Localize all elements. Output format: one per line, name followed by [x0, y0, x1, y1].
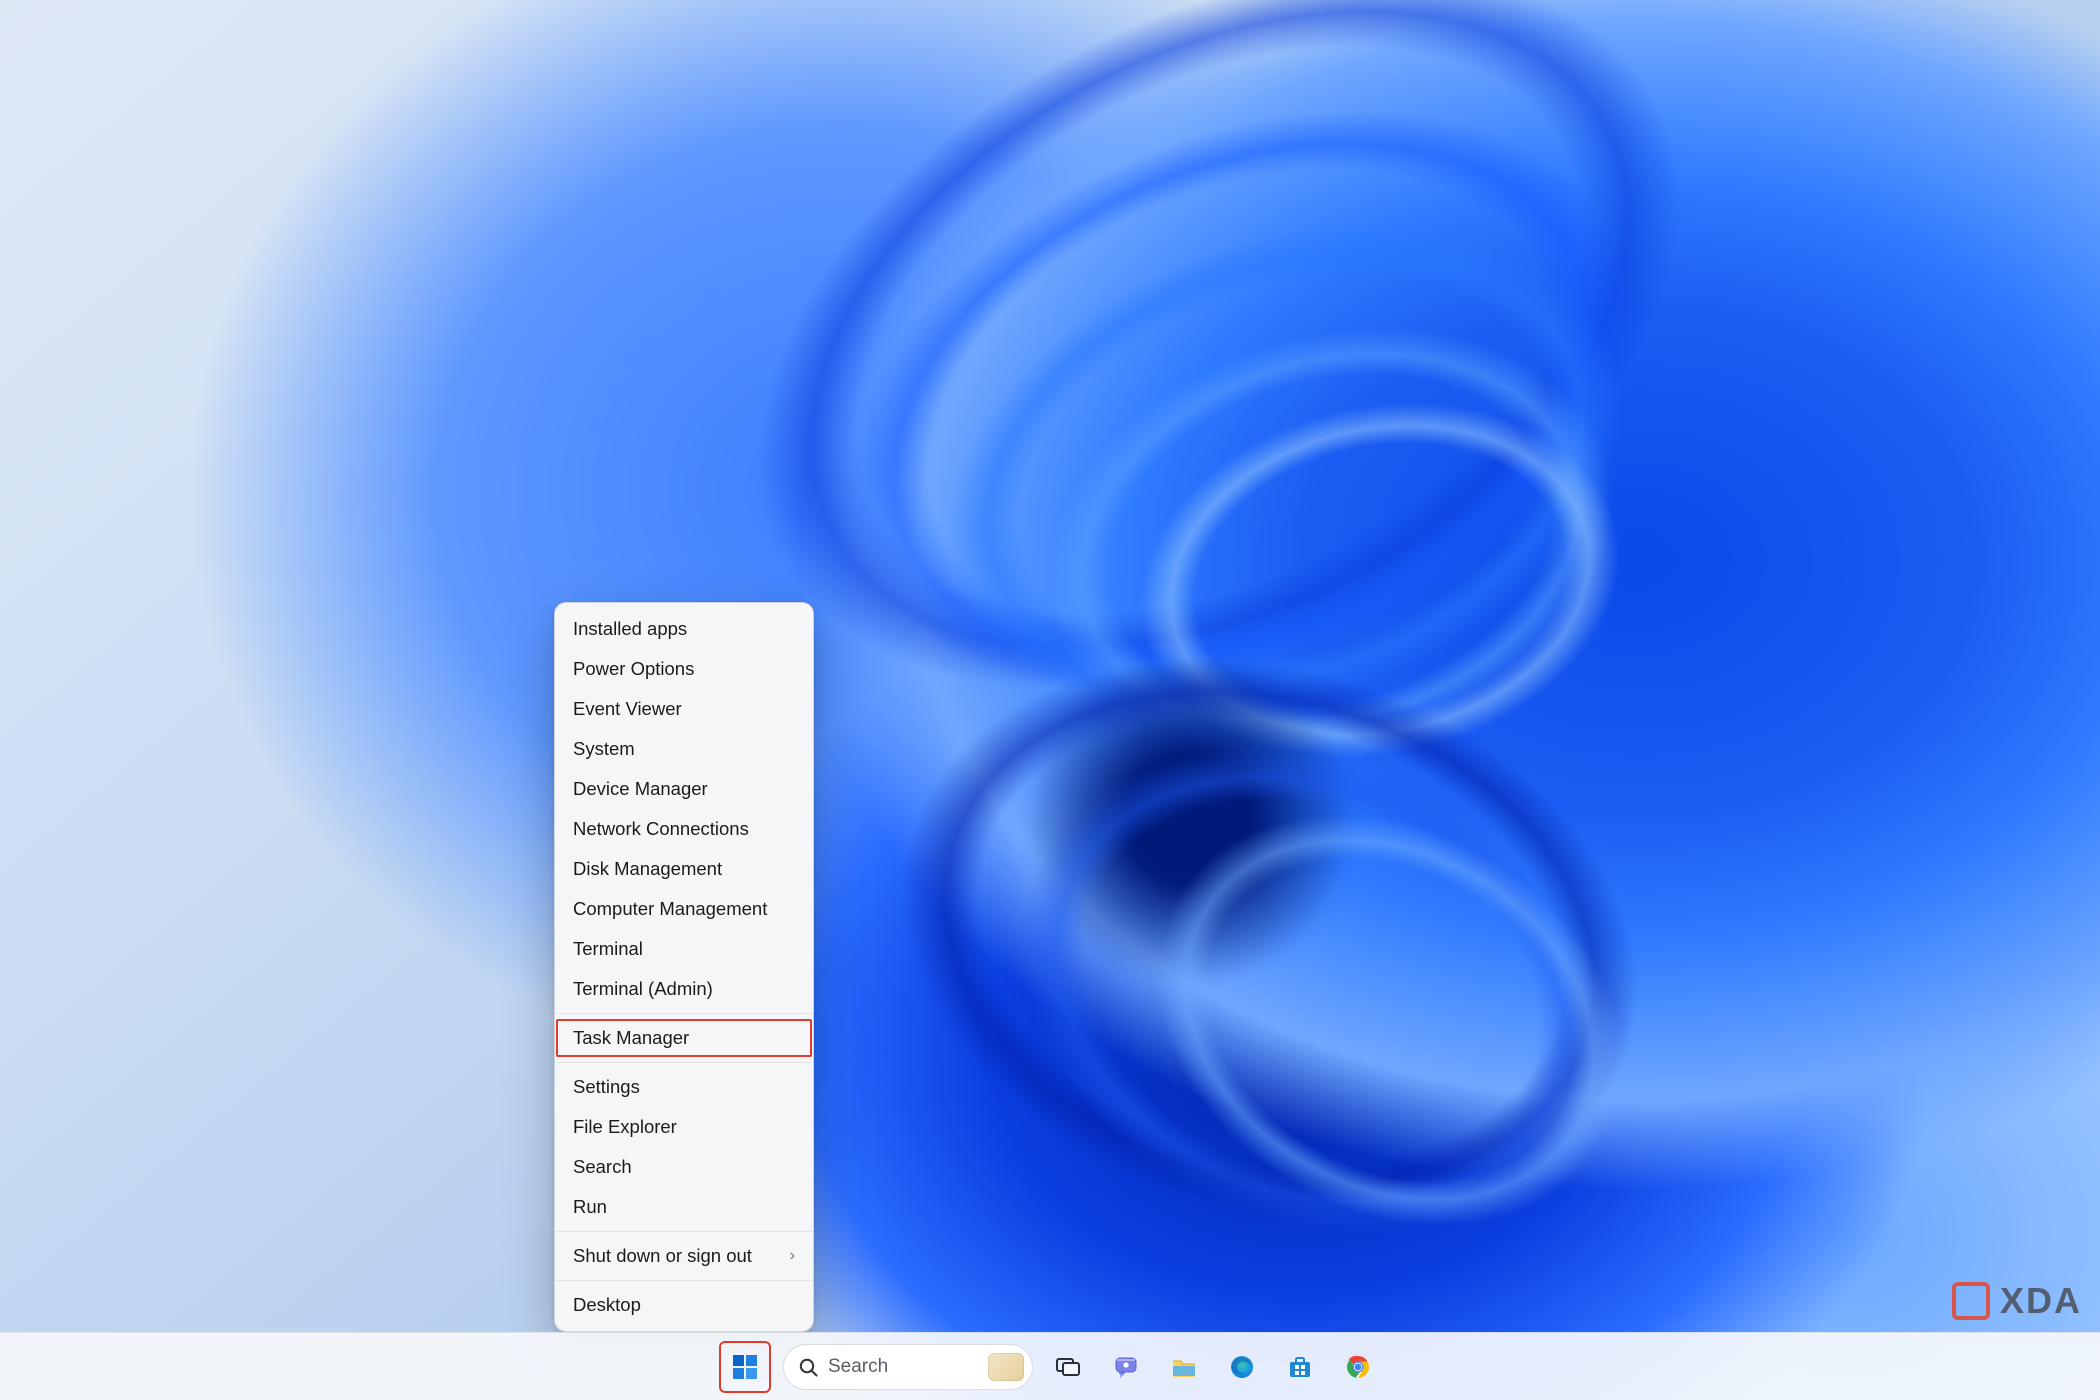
start-context-menu: Installed apps Power Options Event Viewer S…	[554, 602, 814, 1332]
menu-item-desktop[interactable]: Desktop	[555, 1285, 813, 1325]
menu-item-label: Event Viewer	[573, 698, 682, 720]
microsoft-store-icon	[1285, 1352, 1315, 1382]
xda-logo-icon	[1952, 1282, 1990, 1320]
task-view-icon	[1053, 1352, 1083, 1382]
taskbar-center: Search	[719, 1341, 1381, 1393]
menu-item-settings[interactable]: Settings	[555, 1067, 813, 1107]
menu-item-label: Desktop	[573, 1294, 641, 1316]
menu-item-label: Network Connections	[573, 818, 749, 840]
menu-item-label: Computer Management	[573, 898, 767, 920]
microsoft-store-button[interactable]	[1277, 1344, 1323, 1390]
menu-item-label: Terminal	[573, 938, 643, 960]
menu-separator	[555, 1280, 813, 1281]
xda-watermark: XDA	[1952, 1280, 2082, 1322]
file-explorer-button[interactable]	[1161, 1344, 1207, 1390]
taskbar: Search	[0, 1332, 2100, 1400]
menu-item-label: Shut down or sign out	[573, 1245, 752, 1267]
menu-item-label: Disk Management	[573, 858, 722, 880]
chat-icon	[1111, 1352, 1141, 1382]
menu-item-label: Search	[573, 1156, 632, 1178]
menu-item-disk-management[interactable]: Disk Management	[555, 849, 813, 889]
taskbar-search[interactable]: Search	[783, 1344, 1033, 1390]
menu-separator	[555, 1013, 813, 1014]
menu-item-network-connections[interactable]: Network Connections	[555, 809, 813, 849]
menu-item-label: Device Manager	[573, 778, 708, 800]
menu-item-label: Settings	[573, 1076, 640, 1098]
menu-item-label: Task Manager	[573, 1027, 689, 1049]
menu-item-shut-down-or-sign-out[interactable]: Shut down or sign out ›	[555, 1236, 813, 1276]
xda-watermark-text: XDA	[2000, 1280, 2082, 1322]
menu-item-label: Installed apps	[573, 618, 687, 640]
menu-item-label: File Explorer	[573, 1116, 677, 1138]
menu-item-file-explorer[interactable]: File Explorer	[555, 1107, 813, 1147]
chrome-icon	[1343, 1352, 1373, 1382]
windows-logo-icon	[731, 1353, 759, 1381]
menu-item-label: Run	[573, 1196, 607, 1218]
menu-item-label: Terminal (Admin)	[573, 978, 713, 1000]
edge-icon	[1227, 1352, 1257, 1382]
chat-button[interactable]	[1103, 1344, 1149, 1390]
chevron-right-icon: ›	[790, 1247, 795, 1265]
start-button[interactable]	[722, 1344, 768, 1390]
task-view-button[interactable]	[1045, 1344, 1091, 1390]
search-placeholder: Search	[828, 1356, 888, 1378]
search-icon	[798, 1357, 818, 1377]
menu-item-computer-management[interactable]: Computer Management	[555, 889, 813, 929]
menu-item-power-options[interactable]: Power Options	[555, 649, 813, 689]
menu-item-label: System	[573, 738, 635, 760]
menu-item-search[interactable]: Search	[555, 1147, 813, 1187]
edge-button[interactable]	[1219, 1344, 1265, 1390]
file-explorer-icon	[1169, 1352, 1199, 1382]
menu-separator	[555, 1231, 813, 1232]
search-highlight-thumbnail	[988, 1353, 1024, 1381]
menu-item-label: Power Options	[573, 658, 694, 680]
start-button-highlight	[719, 1341, 771, 1393]
menu-item-run[interactable]: Run	[555, 1187, 813, 1227]
menu-item-task-manager[interactable]: Task Manager	[555, 1018, 813, 1058]
menu-item-system[interactable]: System	[555, 729, 813, 769]
desktop[interactable]: Installed apps Power Options Event Viewer S…	[0, 0, 2100, 1400]
menu-item-terminal-admin[interactable]: Terminal (Admin)	[555, 969, 813, 1009]
menu-item-installed-apps[interactable]: Installed apps	[555, 609, 813, 649]
menu-item-device-manager[interactable]: Device Manager	[555, 769, 813, 809]
chrome-button[interactable]	[1335, 1344, 1381, 1390]
menu-separator	[555, 1062, 813, 1063]
menu-item-terminal[interactable]: Terminal	[555, 929, 813, 969]
menu-item-event-viewer[interactable]: Event Viewer	[555, 689, 813, 729]
